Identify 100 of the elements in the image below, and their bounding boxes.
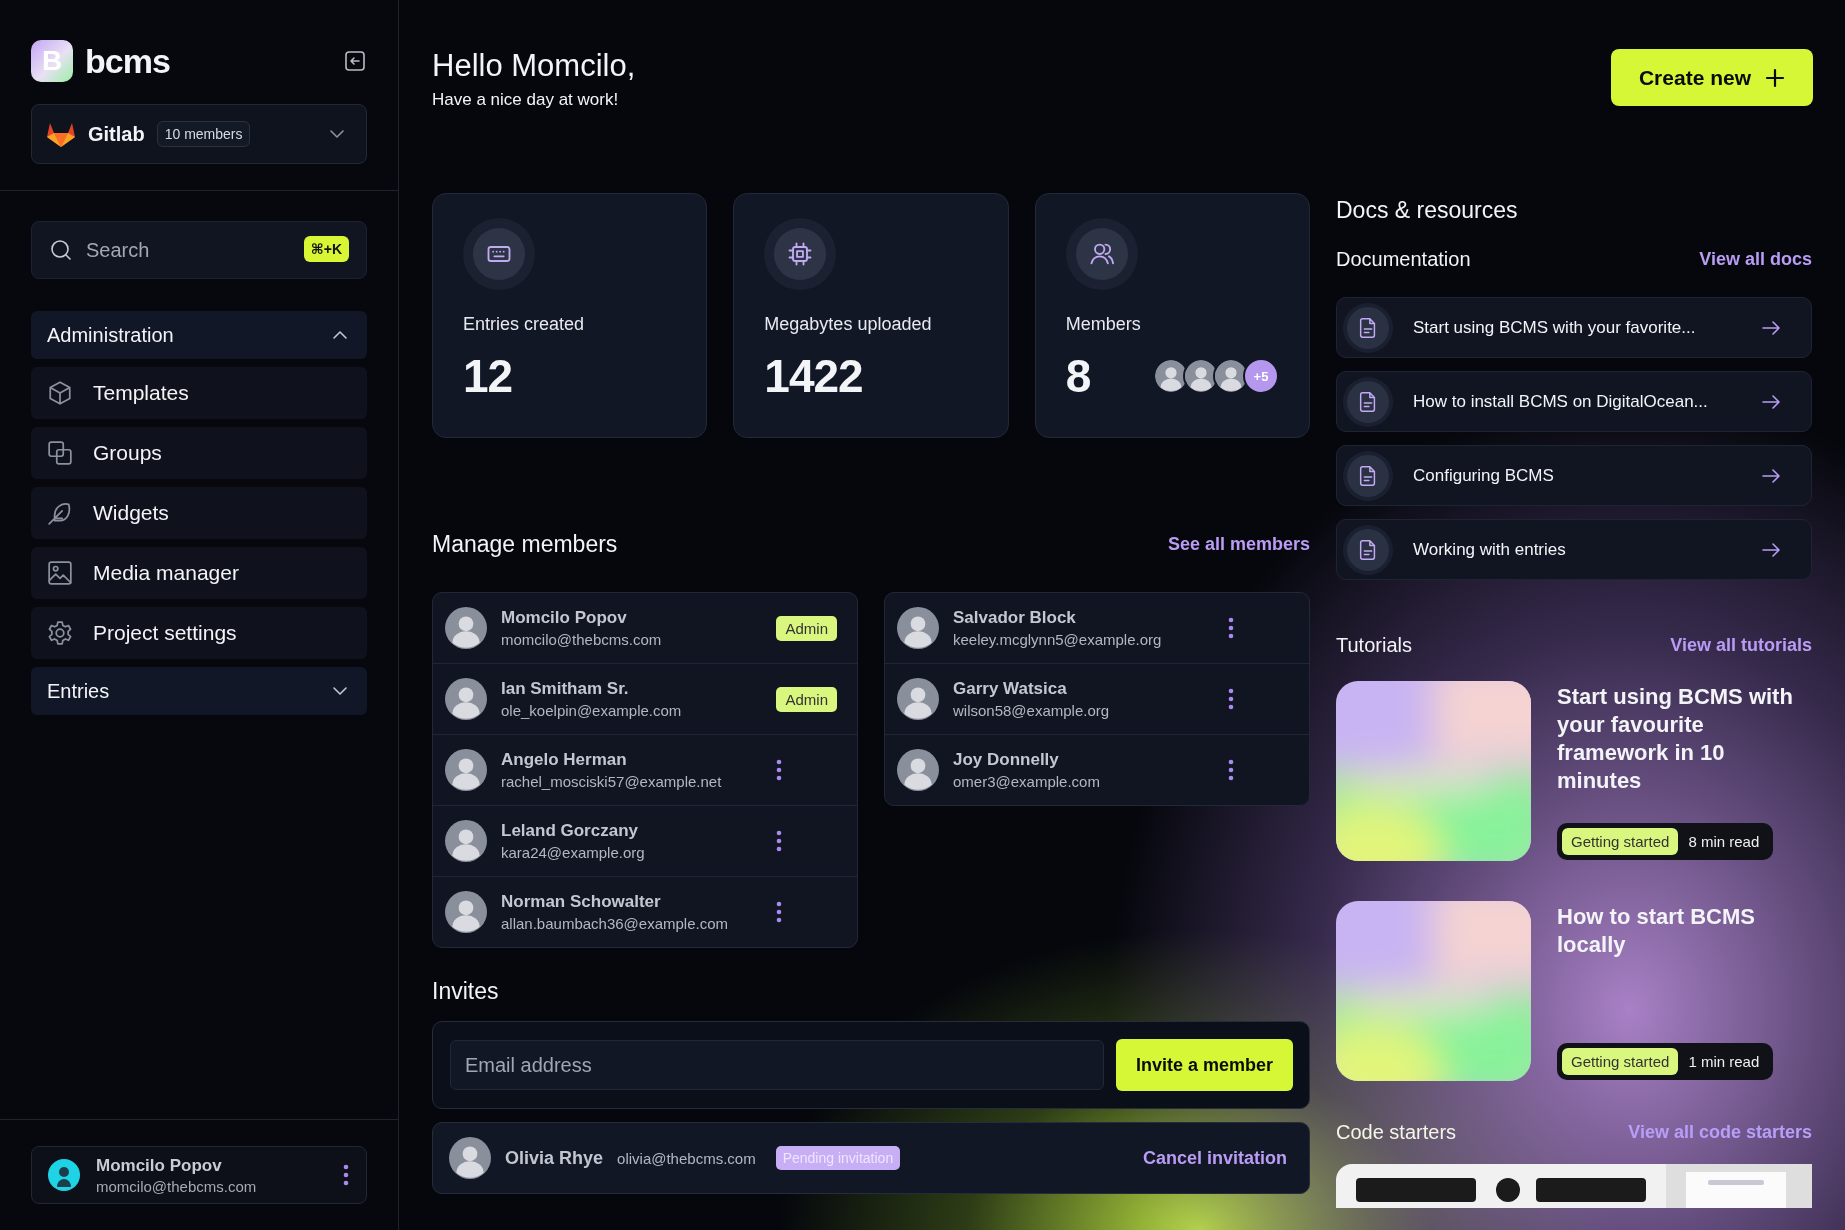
- status-badge: Pending invitation: [775, 1146, 901, 1170]
- member-email: ole_koelpin@example.com: [501, 702, 683, 719]
- tutorial-title[interactable]: How to start BCMS locally: [1557, 903, 1812, 960]
- more-icon[interactable]: [1227, 759, 1235, 781]
- subsection-title: Documentation: [1336, 248, 1471, 271]
- member-count-badge: 10 members: [156, 121, 251, 147]
- greeting: Hello Momcilo,: [432, 48, 636, 84]
- member-name: Joy Donnelly: [953, 750, 1060, 770]
- nav-item[interactable]: Groups: [31, 427, 367, 479]
- avatar: [897, 678, 939, 720]
- member-row[interactable]: Momcilo Popov momcilo@thebcms.com Admin: [433, 593, 857, 664]
- stat-value: 1422: [764, 349, 863, 403]
- member-email: keeley.mcglynn5@example.org: [953, 631, 1163, 648]
- shortcut-badge: ⌘+K: [303, 236, 349, 262]
- role-badge: Admin: [776, 615, 837, 641]
- member-name: Salvador Block: [953, 608, 1077, 628]
- member-row[interactable]: Salvador Block keeley.mcglynn5@example.org: [885, 593, 1309, 664]
- more-icon[interactable]: [775, 901, 783, 923]
- role-badge: Admin: [776, 686, 837, 712]
- section-title: Entries: [47, 679, 110, 703]
- create-new-button[interactable]: Create new: [1610, 49, 1813, 106]
- more-icon[interactable]: [775, 830, 783, 852]
- member-row[interactable]: Garry Watsica wilson58@example.org: [885, 664, 1309, 735]
- view-all-link[interactable]: View all docs: [1699, 249, 1812, 270]
- subtitle: Have a nice day at work!: [432, 90, 620, 110]
- avatar: [897, 607, 939, 649]
- category-tag: Getting started: [1562, 828, 1679, 855]
- more-icon[interactable]: [1227, 617, 1235, 639]
- view-all-link[interactable]: View all tutorials: [1670, 635, 1812, 656]
- workspace-selector[interactable]: Gitlab 10 members: [31, 104, 367, 164]
- section-title: Docs & resources: [1336, 197, 1519, 224]
- doc-link[interactable]: Configuring BCMS: [1336, 445, 1812, 506]
- subsection-title: Code starters: [1336, 1121, 1457, 1144]
- read-time: 1 min read: [1688, 1053, 1760, 1070]
- stat-label: Members: [1065, 314, 1142, 335]
- settings-icon: [47, 620, 73, 646]
- workspace-name: Gitlab: [88, 122, 145, 146]
- tutorial-title[interactable]: Start using BCMS with your favourite framework in 10 minutes: [1557, 683, 1812, 796]
- plus-icon: [1765, 67, 1785, 88]
- read-time: 8 min read: [1688, 833, 1760, 850]
- section-header[interactable]: Administration: [31, 311, 367, 359]
- user-name: Momcilo Popov: [96, 1155, 223, 1176]
- avatar: [445, 607, 487, 649]
- avatar: [445, 891, 487, 933]
- member-email: kara24@example.org: [501, 844, 646, 861]
- member-email: allan.baumbach36@example.com: [501, 915, 730, 932]
- squares-icon: [47, 440, 73, 466]
- member-name: Norman Schowalter: [501, 892, 662, 912]
- member-name: Momcilo Popov: [501, 608, 628, 628]
- invite-button[interactable]: Invite a member: [1115, 1039, 1293, 1091]
- invitee-name: Olivia Rhye: [505, 1147, 604, 1169]
- subsection-title: Tutorials: [1336, 634, 1412, 657]
- member-name: Garry Watsica: [953, 679, 1068, 699]
- feather-icon: [47, 500, 73, 526]
- nav-item[interactable]: Templates: [31, 367, 367, 419]
- email-field[interactable]: Email address: [450, 1040, 1104, 1090]
- stat-label: Megabytes uploaded: [764, 314, 933, 335]
- category-tag: Getting started: [1562, 1048, 1679, 1075]
- avatar: [445, 820, 487, 862]
- member-row[interactable]: Joy Donnelly omer3@example.com: [885, 735, 1309, 805]
- collapse-sidebar-icon[interactable]: [343, 49, 367, 73]
- member-row[interactable]: Angelo Herman rachel_mosciski57@example.net: [433, 735, 857, 806]
- stat-value: 8: [1065, 349, 1091, 403]
- see-all-link[interactable]: See all members: [1167, 534, 1310, 555]
- user-card[interactable]: Momcilo Popov momcilo@thebcms.com: [31, 1146, 367, 1204]
- member-row[interactable]: Norman Schowalter allan.baumbach36@example.com: [433, 877, 857, 947]
- section-title: Invites: [432, 978, 500, 1005]
- avatar: [449, 1137, 491, 1179]
- member-email: omer3@example.com: [953, 773, 1101, 790]
- invitee-email: olivia@thebcms.com: [617, 1149, 756, 1167]
- cancel-invitation-link[interactable]: Cancel invitation: [1142, 1147, 1287, 1169]
- more-count-badge: +5: [1243, 358, 1279, 394]
- member-email: wilson58@example.org: [953, 702, 1111, 719]
- member-row[interactable]: Ian Smitham Sr. ole_koelpin@example.com Admin: [433, 664, 857, 735]
- more-icon[interactable]: [342, 1164, 350, 1186]
- nav-item[interactable]: Media manager: [31, 547, 367, 599]
- doc-link[interactable]: How to install BCMS on DigitalOcean...: [1336, 371, 1812, 432]
- member-name: Leland Gorczany: [501, 821, 639, 841]
- more-icon[interactable]: [775, 759, 783, 781]
- nav-item[interactable]: Widgets: [31, 487, 367, 539]
- stat-label: Entries created: [463, 314, 586, 335]
- section-title: Administration: [47, 323, 174, 347]
- member-name: Angelo Herman: [501, 750, 628, 770]
- image-icon: [47, 560, 73, 586]
- more-icon[interactable]: [1227, 688, 1235, 710]
- stat-value: 12: [463, 349, 513, 403]
- avatar: [445, 749, 487, 791]
- cube-icon: [47, 380, 73, 406]
- logo-mark: B: [31, 40, 73, 82]
- doc-link[interactable]: Working with entries: [1336, 519, 1812, 580]
- doc-link[interactable]: Start using BCMS with your favorite...: [1336, 297, 1812, 358]
- member-email: momcilo@thebcms.com: [501, 631, 663, 648]
- nav-item[interactable]: Project settings: [31, 607, 367, 659]
- member-name: Ian Smitham Sr.: [501, 679, 630, 699]
- member-email: rachel_mosciski57@example.net: [501, 773, 723, 790]
- avatar: [48, 1159, 80, 1191]
- section-title: Manage members: [432, 531, 618, 558]
- section-header[interactable]: Entries: [31, 667, 367, 715]
- member-row[interactable]: Leland Gorczany kara24@example.org: [433, 806, 857, 877]
- avatar: [445, 678, 487, 720]
